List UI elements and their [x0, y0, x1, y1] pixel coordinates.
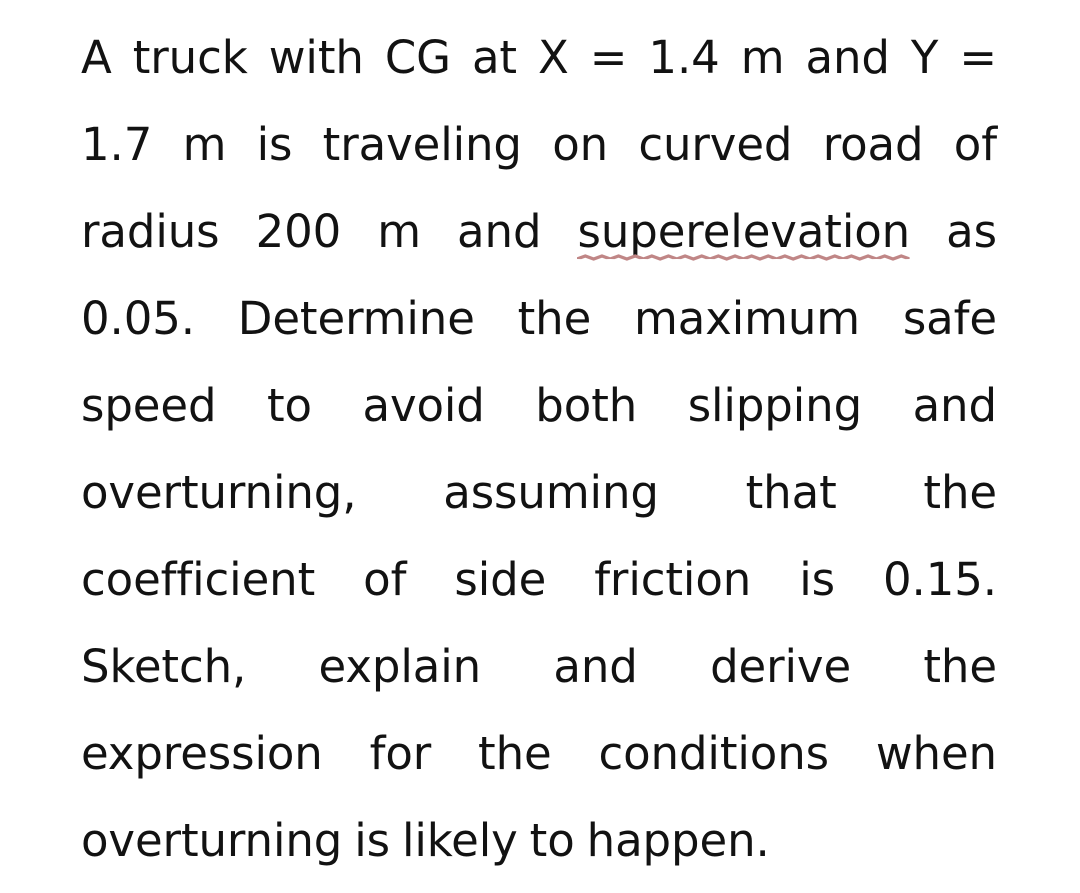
word: m — [182, 118, 227, 171]
word: and — [457, 205, 542, 258]
word: that — [745, 466, 837, 519]
word: 0.05. — [81, 292, 195, 345]
word: safe — [902, 292, 997, 345]
text-line: Sketch, explain and derive the — [81, 623, 997, 710]
word: to — [529, 814, 575, 867]
text-line: 0.05. Determine the maximum safe — [81, 275, 997, 362]
word: and — [912, 379, 997, 432]
word: truck — [132, 31, 248, 84]
word: speed — [81, 379, 217, 432]
word: at — [471, 31, 517, 84]
word: slipping — [687, 379, 863, 432]
word: happen. — [586, 814, 770, 867]
word: of — [363, 553, 407, 606]
word: X — [538, 31, 569, 84]
word: assuming — [443, 466, 659, 519]
word: A — [81, 31, 112, 84]
word: coefficient — [81, 553, 316, 606]
word-text: superelevation — [577, 205, 911, 258]
word: m — [740, 31, 785, 84]
word: is — [256, 118, 293, 171]
word: overturning — [81, 814, 343, 867]
word: is — [354, 814, 390, 867]
word: side — [454, 553, 547, 606]
word: conditions — [598, 727, 829, 780]
word: and — [805, 31, 890, 84]
word: as — [946, 205, 997, 258]
text-line: overturning, assuming that the — [81, 449, 997, 536]
word: the — [923, 466, 997, 519]
misspelled-word: superelevation — [577, 188, 910, 275]
word: both — [535, 379, 638, 432]
text-line: radius 200 m and superelevation as — [81, 188, 997, 275]
word: explain — [318, 640, 482, 693]
word: avoid — [362, 379, 485, 432]
word: radius — [81, 205, 220, 258]
word: Determine — [237, 292, 475, 345]
text-line: speed to avoid both slipping and — [81, 362, 997, 449]
word: to — [266, 379, 312, 432]
word: m — [377, 205, 421, 258]
word: traveling — [322, 118, 522, 171]
word: when — [875, 727, 997, 780]
text-line: 1.7 m is traveling on curved road of — [81, 101, 997, 188]
word: overturning, — [81, 466, 357, 519]
text-line: coefficient of side friction is 0.15. — [81, 536, 997, 623]
text-line: Atruck with CG at X = 1.4 m and Y = — [81, 14, 997, 101]
word: of — [953, 118, 997, 171]
word: derive — [710, 640, 852, 693]
text-line: expression for the conditions when — [81, 710, 997, 797]
word: friction — [594, 553, 752, 606]
text-line: overturning is likely to happen. — [81, 797, 997, 884]
word: Sketch, — [81, 640, 247, 693]
word: = — [589, 31, 628, 84]
word: likely — [401, 814, 518, 867]
word: is — [799, 553, 835, 606]
word: Y — [910, 31, 939, 84]
word: the — [923, 640, 997, 693]
word: = — [959, 31, 997, 84]
word: with — [268, 31, 364, 84]
word: road — [822, 118, 924, 171]
word: and — [553, 640, 638, 693]
word: for — [369, 727, 432, 780]
word: 1.7 — [81, 118, 153, 171]
question-text-block: Atruck with CG at X = 1.4 m and Y = 1.7 m is traveling… — [81, 14, 997, 884]
word: the — [517, 292, 592, 345]
word: on — [552, 118, 609, 171]
document-page: Atruck with CG at X = 1.4 m and Y = 1.7 m is traveling… — [0, 0, 1080, 893]
word: 0.15. — [882, 553, 997, 606]
word: the — [478, 727, 552, 780]
word: expression — [81, 727, 323, 780]
word: CG — [384, 31, 451, 84]
word: curved — [638, 118, 793, 171]
word: maximum — [633, 292, 861, 345]
word: 200 — [255, 205, 342, 258]
word: 1.4 — [648, 31, 720, 84]
